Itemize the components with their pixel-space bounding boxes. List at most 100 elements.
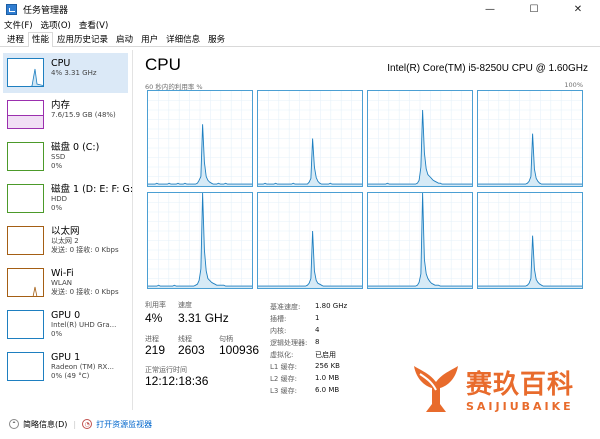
logical-processor-graph	[147, 192, 253, 289]
tab-app-history[interactable]: 应用历史记录	[53, 33, 112, 46]
menu-file[interactable]: 文件(F)	[0, 19, 37, 31]
logical-processor-graph	[367, 192, 473, 289]
sidebar-item-gpu-1[interactable]: GPU 1 Radeon (TM) RX... 0% (49 °C)	[3, 347, 128, 387]
sidebar-item-detail: WLAN	[51, 279, 73, 287]
graph-max-label: 100%	[564, 81, 583, 89]
speed-value: 3.31 GHz	[178, 311, 229, 325]
tab-startup[interactable]: 启动	[112, 33, 137, 46]
utilization-value: 4%	[145, 311, 163, 325]
sidebar-item-value: 发送: 0 接收: 0 Kbps	[51, 288, 119, 296]
cpu-mini-graph	[7, 58, 44, 87]
sidebar-item-gpu-0[interactable]: GPU 0 Intel(R) UHD Gra... 0%	[3, 305, 128, 345]
tab-services[interactable]: 服务	[204, 33, 229, 46]
memory-mini-graph	[7, 100, 44, 129]
minimize-button[interactable]: —	[468, 0, 512, 18]
sidebar-item-value: 0%	[51, 204, 63, 212]
cores-label: 内核:	[270, 327, 287, 335]
l2-cache-value: 1.0 MB	[315, 374, 340, 382]
sidebar-item-ethernet[interactable]: 以太网 以太网 2 发送: 0 接收: 0 Kbps	[3, 221, 128, 261]
sidebar-item-value: 0%	[51, 162, 63, 170]
base-speed-label: 基准速度:	[270, 303, 301, 311]
resource-monitor-icon: ◔	[82, 419, 93, 429]
footer-divider: |	[73, 419, 77, 429]
virtualization-value: 已启用	[315, 351, 336, 359]
sidebar-item-cpu[interactable]: CPU 4% 3.31 GHz	[3, 53, 128, 93]
gpu-1-mini-graph	[7, 352, 44, 381]
sidebar-item-wifi[interactable]: Wi-Fi WLAN 发送: 0 接收: 0 Kbps	[3, 263, 128, 303]
l3-cache-value: 6.0 MB	[315, 386, 340, 394]
sockets-value: 1	[315, 314, 320, 322]
fewer-details-link[interactable]: 简略信息(D)	[23, 419, 67, 430]
utilization-label: 利用率	[145, 301, 166, 309]
sidebar-item-title: 磁盘 1 (D: E: F: G:	[51, 184, 134, 195]
sockets-label: 插槽:	[270, 315, 287, 323]
sidebar-item-memory[interactable]: 内存 7.6/15.9 GB (48%)	[3, 95, 128, 135]
sidebar-item-title: Wi-Fi	[51, 268, 74, 279]
chevron-up-icon[interactable]: ⌃	[9, 419, 19, 429]
tab-details[interactable]: 详细信息	[162, 33, 204, 46]
resource-sidebar: CPU 4% 3.31 GHz 内存 7.6/15.9 GB (48%) 磁盘 …	[0, 50, 133, 410]
logical-processor-graph	[147, 90, 253, 187]
sidebar-item-title: GPU 0	[51, 310, 81, 321]
maximize-button[interactable]: ☐	[512, 0, 556, 18]
tab-processes[interactable]: 进程	[3, 33, 28, 46]
handles-value: 100936	[219, 343, 260, 357]
tab-users[interactable]: 用户	[137, 33, 162, 46]
virtualization-label: 虚拟化:	[270, 351, 294, 359]
threads-value: 2603	[178, 343, 205, 357]
window-title: 任务管理器	[23, 5, 69, 16]
l3-cache-label: L3 缓存:	[270, 387, 297, 395]
close-button[interactable]: ✕	[556, 0, 600, 18]
title-bar: 任务管理器 — ☐ ✕	[0, 0, 600, 18]
logical-processor-graph	[257, 192, 363, 289]
disk-0-mini-graph	[7, 142, 44, 171]
sidebar-item-detail: SSD	[51, 153, 66, 161]
window-controls: — ☐ ✕	[468, 0, 600, 18]
sidebar-item-disk-0[interactable]: 磁盘 0 (C:) SSD 0%	[3, 137, 128, 177]
wifi-mini-graph	[7, 268, 44, 297]
watermark-english-text: SAIJIUBAIKE	[466, 400, 574, 413]
l1-cache-label: L1 缓存:	[270, 363, 297, 371]
cores-value: 4	[315, 326, 320, 334]
sidebar-item-title: GPU 1	[51, 352, 81, 363]
sidebar-item-detail: 以太网 2	[51, 237, 79, 245]
gpu-0-mini-graph	[7, 310, 44, 339]
l2-cache-label: L2 缓存:	[270, 375, 297, 383]
base-speed-value: 1.80 GHz	[315, 302, 348, 310]
sidebar-item-detail: 7.6/15.9 GB (48%)	[51, 111, 116, 119]
sidebar-item-title: 磁盘 0 (C:)	[51, 142, 100, 153]
logical-processor-graph	[257, 90, 363, 187]
logical-processor-graph	[477, 192, 583, 289]
sidebar-item-title: 以太网	[51, 226, 80, 237]
tab-performance[interactable]: 性能	[28, 32, 54, 47]
disk-1-mini-graph	[7, 184, 44, 213]
watermark-logo: 赛玖百科 SAIJIUBAIKE	[410, 360, 590, 418]
sidebar-item-title: CPU	[51, 58, 71, 69]
watermark-chinese-text: 赛玖百科	[466, 370, 575, 400]
uptime-value: 12:12:18:36	[145, 374, 209, 388]
sidebar-item-value: 0%	[51, 330, 63, 338]
logical-processor-graph	[477, 90, 583, 187]
cpu-model-name: Intel(R) Core(TM) i5-8250U CPU @ 1.60GHz	[387, 63, 588, 74]
logical-processors-label: 逻辑处理器:	[270, 339, 308, 347]
sidebar-item-detail: Intel(R) UHD Gra...	[51, 321, 117, 329]
sidebar-item-detail: HDD	[51, 195, 68, 203]
sidebar-item-detail: Radeon (TM) RX...	[51, 363, 115, 371]
sidebar-item-disk-1[interactable]: 磁盘 1 (D: E: F: G: HDD 0%	[3, 179, 133, 219]
whale-tail-icon	[414, 366, 458, 412]
page-title: CPU	[145, 55, 181, 74]
speed-label: 速度	[178, 301, 192, 309]
open-resource-monitor-link[interactable]: 打开资源监视器	[96, 419, 152, 430]
sidebar-item-detail: 4% 3.31 GHz	[51, 69, 97, 77]
logical-processors-value: 8	[315, 338, 320, 346]
tab-bar: 进程 性能 应用历史记录 启动 用户 详细信息 服务	[0, 32, 600, 47]
menu-bar: 文件(F) 选项(O) 查看(V)	[0, 18, 112, 32]
sidebar-item-value: 发送: 0 接收: 0 Kbps	[51, 246, 119, 254]
sidebar-item-title: 内存	[51, 100, 71, 111]
menu-options[interactable]: 选项(O)	[37, 19, 75, 31]
logical-processor-graph	[367, 90, 473, 187]
cpu-core-graphs	[147, 90, 583, 289]
processes-value: 219	[145, 343, 166, 357]
cpu-detail-panel: CPU Intel(R) Core(TM) i5-8250U CPU @ 1.6…	[143, 50, 593, 410]
menu-view[interactable]: 查看(V)	[75, 19, 112, 31]
